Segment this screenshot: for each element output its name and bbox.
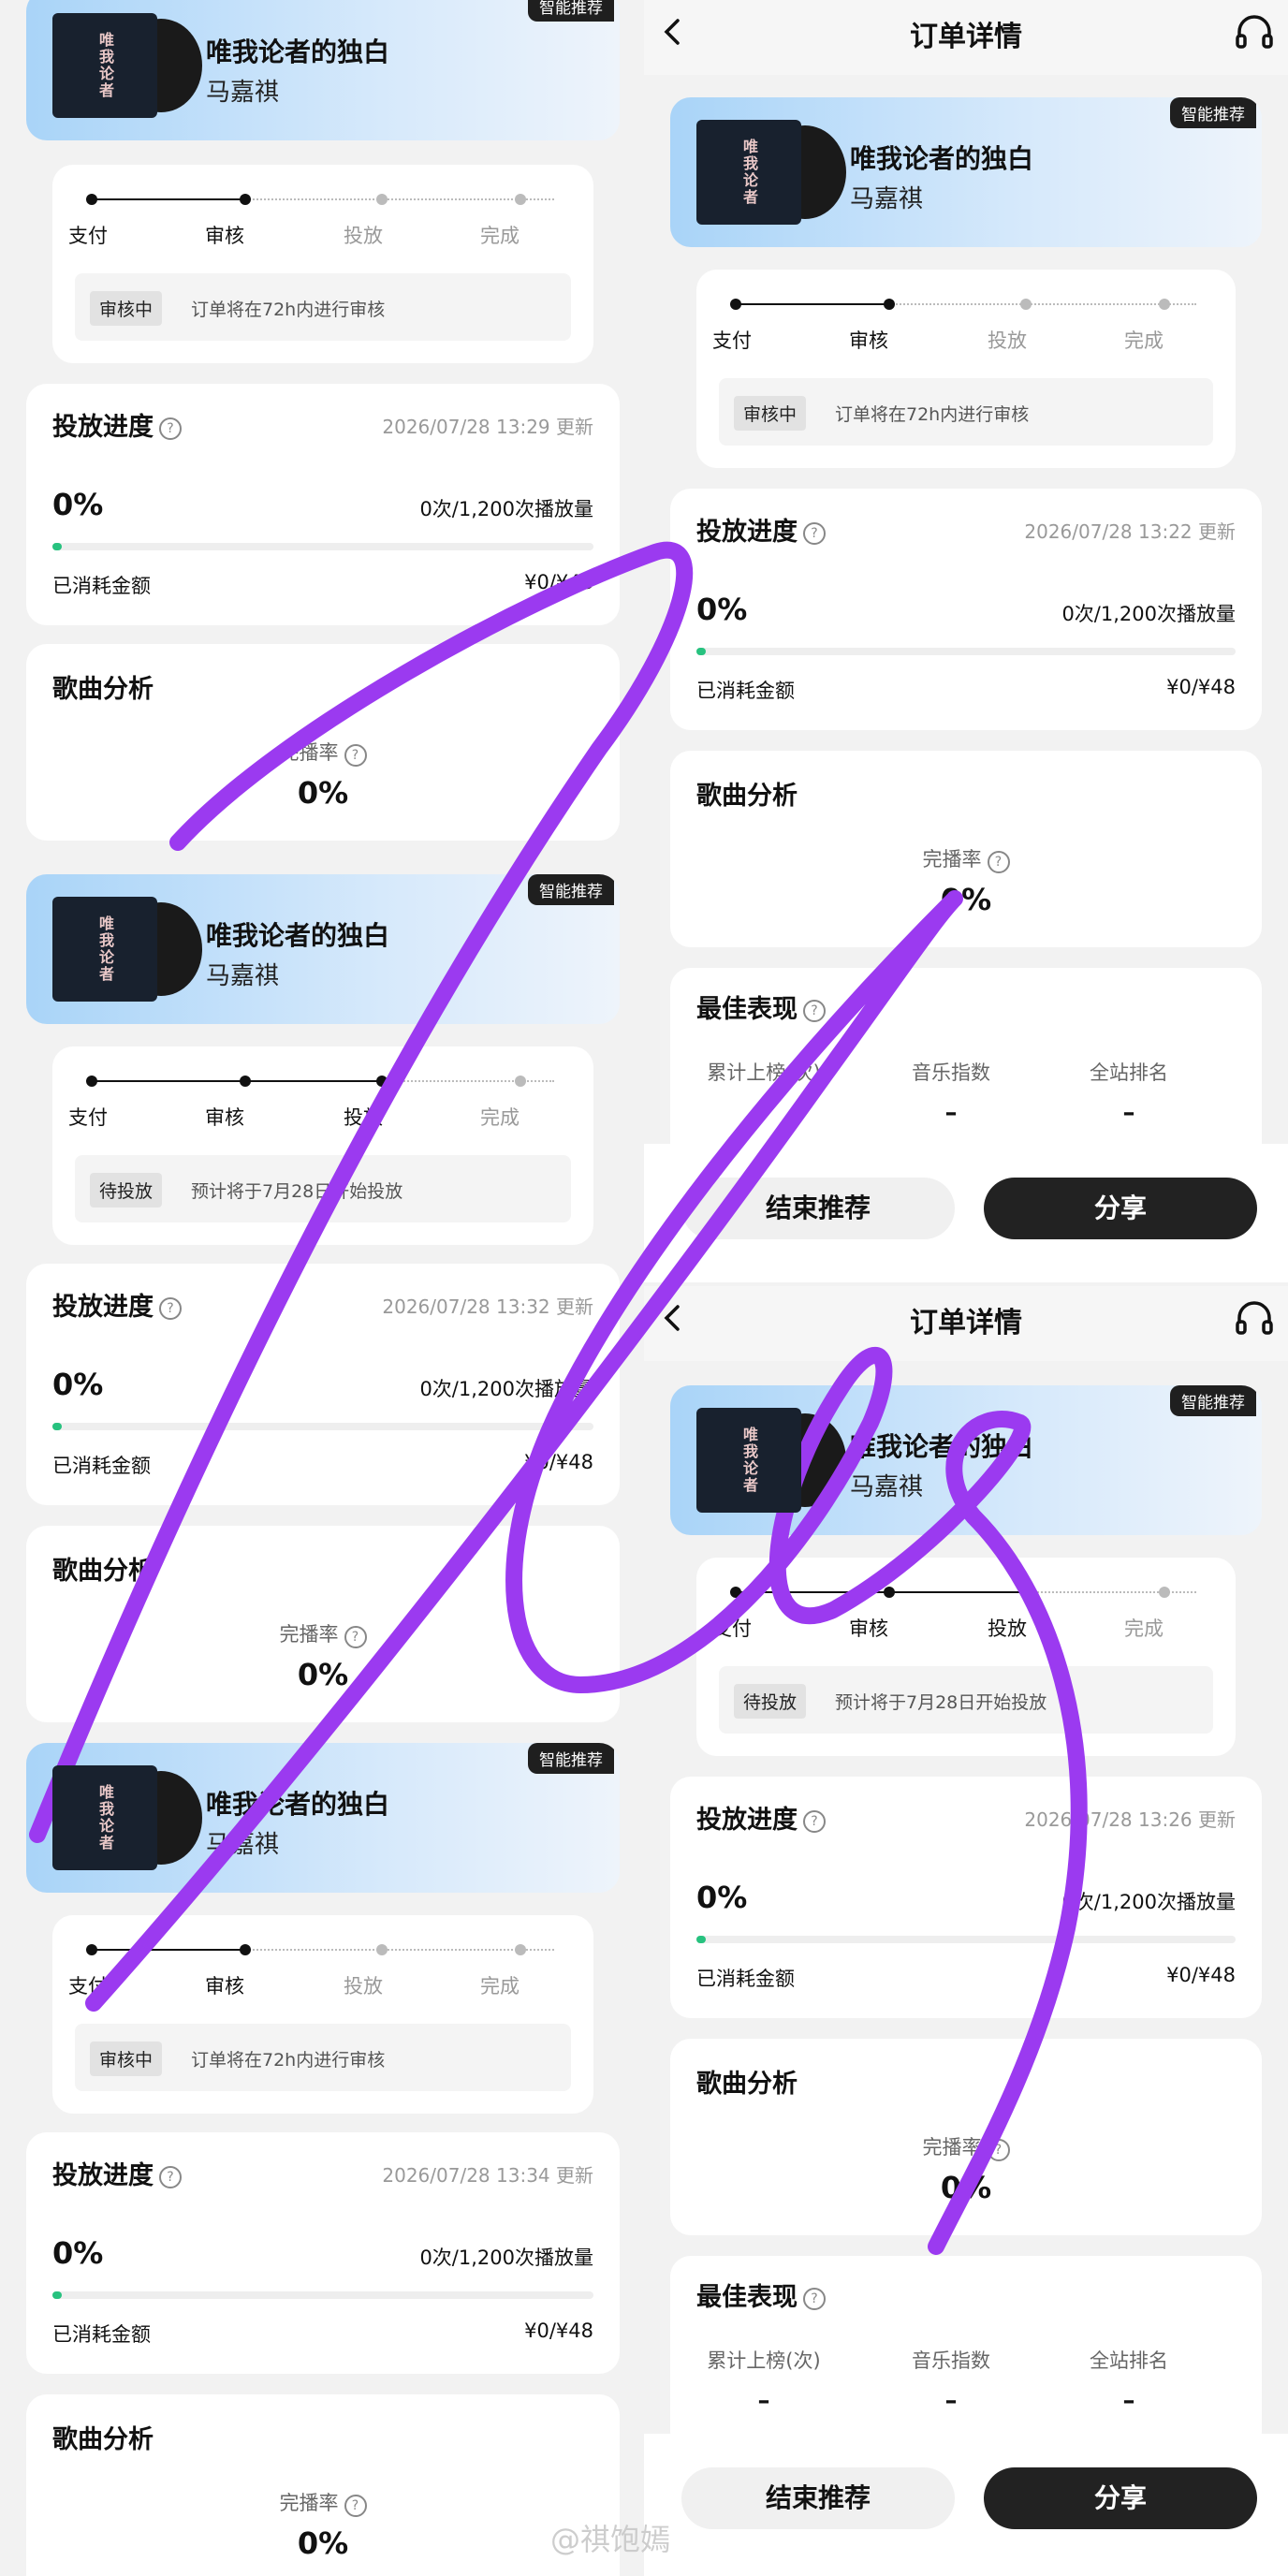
album-cover: 唯我论者 [696,120,801,225]
album-cover: 唯我论者 [52,13,157,118]
handwritten-scribble [29,541,1088,2255]
weibo-watermark: @祺饱嫣 [550,2522,671,2557]
album-cover: 唯我论者 [696,1408,801,1513]
album-cover: 唯我论者 [52,1765,157,1870]
album-cover: 唯我论者 [52,897,157,1002]
